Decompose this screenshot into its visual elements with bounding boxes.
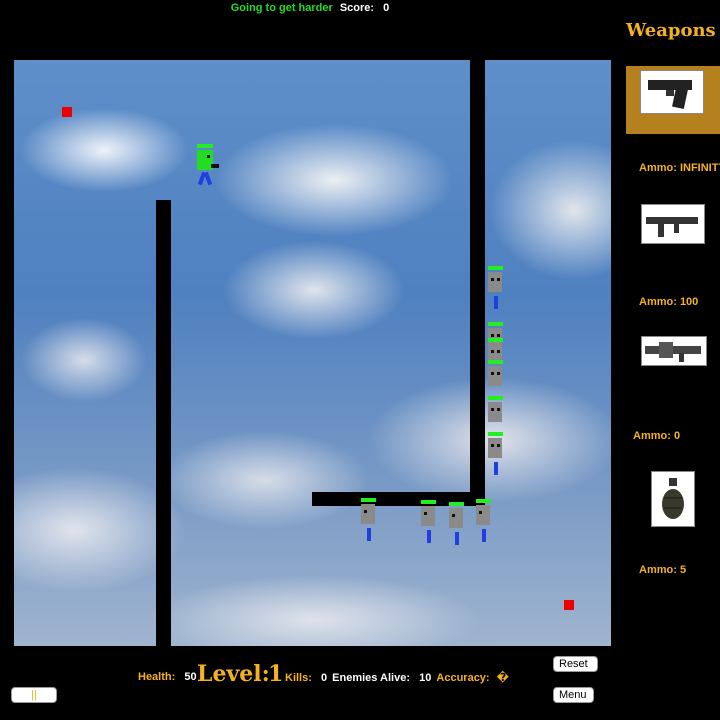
kills-label: Kills: bbox=[285, 672, 312, 684]
score-value: 0 bbox=[383, 2, 390, 14]
level-label: Level: bbox=[197, 661, 270, 687]
enemy bbox=[448, 502, 466, 548]
enemies-alive-value: 10 bbox=[419, 672, 432, 684]
player-character bbox=[197, 144, 223, 188]
weapon-slot-launcher[interactable] bbox=[626, 336, 720, 366]
player-health-bar bbox=[197, 144, 213, 148]
kills-readout: Kills: 0 Enemies Alive: 10 Accuracy: � bbox=[285, 671, 509, 684]
launcher-icon bbox=[641, 336, 707, 366]
top-status-bar: Going to get harder Score: 0 bbox=[0, 2, 620, 14]
health-value: 50 bbox=[184, 671, 197, 683]
score-label: Score: bbox=[339, 2, 375, 14]
enemy bbox=[475, 499, 493, 545]
wall-right-vertical bbox=[470, 60, 485, 506]
pause-button[interactable]: || bbox=[11, 687, 57, 703]
grenade-icon bbox=[651, 471, 695, 527]
player-gun-icon bbox=[211, 164, 219, 168]
wall-left-vertical bbox=[156, 200, 171, 646]
accuracy-value: � bbox=[496, 672, 509, 684]
enemy bbox=[487, 432, 505, 478]
health-label: Health: bbox=[138, 671, 176, 683]
health-readout: Health: 50 bbox=[138, 671, 197, 683]
weapon-slot-grenade[interactable] bbox=[626, 471, 720, 527]
enemy bbox=[420, 500, 438, 546]
health-pickup bbox=[62, 107, 72, 117]
smg-icon bbox=[641, 204, 705, 244]
kills-value: 0 bbox=[320, 672, 328, 684]
pistol-icon bbox=[640, 70, 704, 114]
menu-button[interactable]: Menu bbox=[553, 687, 594, 703]
health-pickup bbox=[564, 600, 574, 610]
pistol-ammo: Ammo: INFINITY bbox=[639, 162, 720, 174]
status-message: Going to get harder bbox=[230, 2, 333, 14]
weapon-slot-pistol[interactable] bbox=[626, 66, 720, 134]
grenade-ammo: Ammo: 5 bbox=[639, 564, 687, 576]
weapon-slot-smg[interactable] bbox=[626, 204, 720, 244]
smg-ammo: Ammo: 100 bbox=[639, 296, 699, 308]
launcher-ammo: Ammo: 0 bbox=[633, 430, 681, 442]
enemy bbox=[487, 266, 505, 312]
reset-button[interactable]: Reset bbox=[553, 656, 598, 672]
enemies-alive-label: Enemies Alive: bbox=[332, 672, 411, 684]
level-value: 1 bbox=[268, 661, 284, 687]
weapons-title: Weapons bbox=[626, 20, 716, 41]
accuracy-label: Accuracy: bbox=[436, 672, 490, 684]
game-playfield[interactable] bbox=[14, 60, 611, 646]
enemy bbox=[360, 498, 378, 544]
